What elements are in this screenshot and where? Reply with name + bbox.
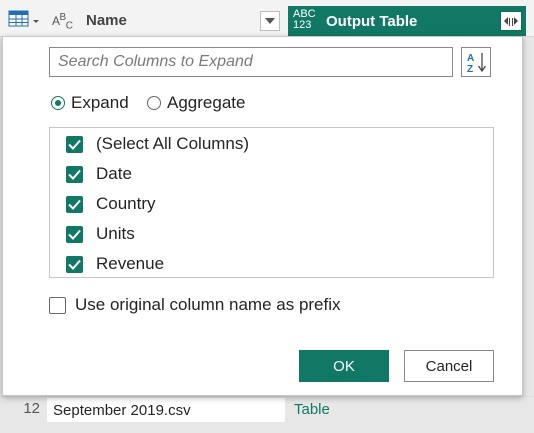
checkbox-checked-icon: [66, 136, 83, 153]
ok-button[interactable]: OK: [299, 350, 389, 382]
column-header-name[interactable]: ABC Name: [48, 0, 288, 36]
abc123-any-icon: ABC 123: [293, 8, 316, 31]
table-row: 12 September 2019.csv Table: [0, 396, 534, 425]
checkbox-checked-icon: [66, 226, 83, 243]
column-filter-button[interactable]: [260, 11, 280, 31]
checkbox-checked-icon: [66, 256, 83, 273]
svg-text:A: A: [467, 53, 474, 64]
column-name-label: Name: [86, 12, 127, 29]
radio-aggregate-indicator: [147, 96, 161, 110]
list-item-label: Revenue: [96, 254, 165, 273]
list-item-label: (Select All Columns): [96, 134, 250, 153]
radio-aggregate-label: Aggregate: [167, 93, 246, 112]
search-columns-input[interactable]: [49, 47, 453, 77]
row-number: 12: [23, 400, 40, 417]
radio-expand-indicator: [51, 96, 65, 110]
row-name-cell[interactable]: September 2019.csv: [46, 397, 286, 423]
column-header-output-table[interactable]: ABC 123 Output Table: [288, 6, 526, 36]
checkbox-unchecked-icon: [49, 297, 66, 314]
expand-columns-popup: A Z Expand Aggregate (Select All Columns…: [2, 36, 523, 396]
list-item-label: Country: [96, 194, 156, 213]
checkbox-checked-icon: [66, 166, 83, 183]
table-icon: [8, 10, 39, 27]
table-menu-button[interactable]: [8, 8, 42, 30]
grid-header: ABC Name ABC 123 Output Table: [0, 0, 534, 37]
prefix-checkbox-label: Use original column name as prefix: [75, 295, 341, 314]
column-output-label: Output Table: [326, 13, 418, 30]
columns-checkbox-list: (Select All Columns) Date Country Units …: [49, 127, 494, 278]
expand-arrows-icon: [504, 17, 518, 26]
row-output-table-link[interactable]: Table: [294, 401, 330, 418]
abc-text-icon: ABC: [52, 12, 73, 32]
svg-text:Z: Z: [467, 64, 473, 73]
row-name-text: September 2019.csv: [53, 402, 191, 419]
checkbox-checked-icon: [66, 196, 83, 213]
radio-expand-label: Expand: [71, 93, 129, 112]
sort-az-icon: A Z: [467, 53, 487, 73]
sort-az-button[interactable]: A Z: [461, 47, 491, 77]
list-item-label: Date: [96, 164, 132, 183]
cancel-button[interactable]: Cancel: [404, 350, 494, 382]
list-item-label: Units: [96, 224, 135, 243]
chevron-down-icon: [265, 18, 275, 24]
expand-column-button[interactable]: [500, 11, 522, 31]
